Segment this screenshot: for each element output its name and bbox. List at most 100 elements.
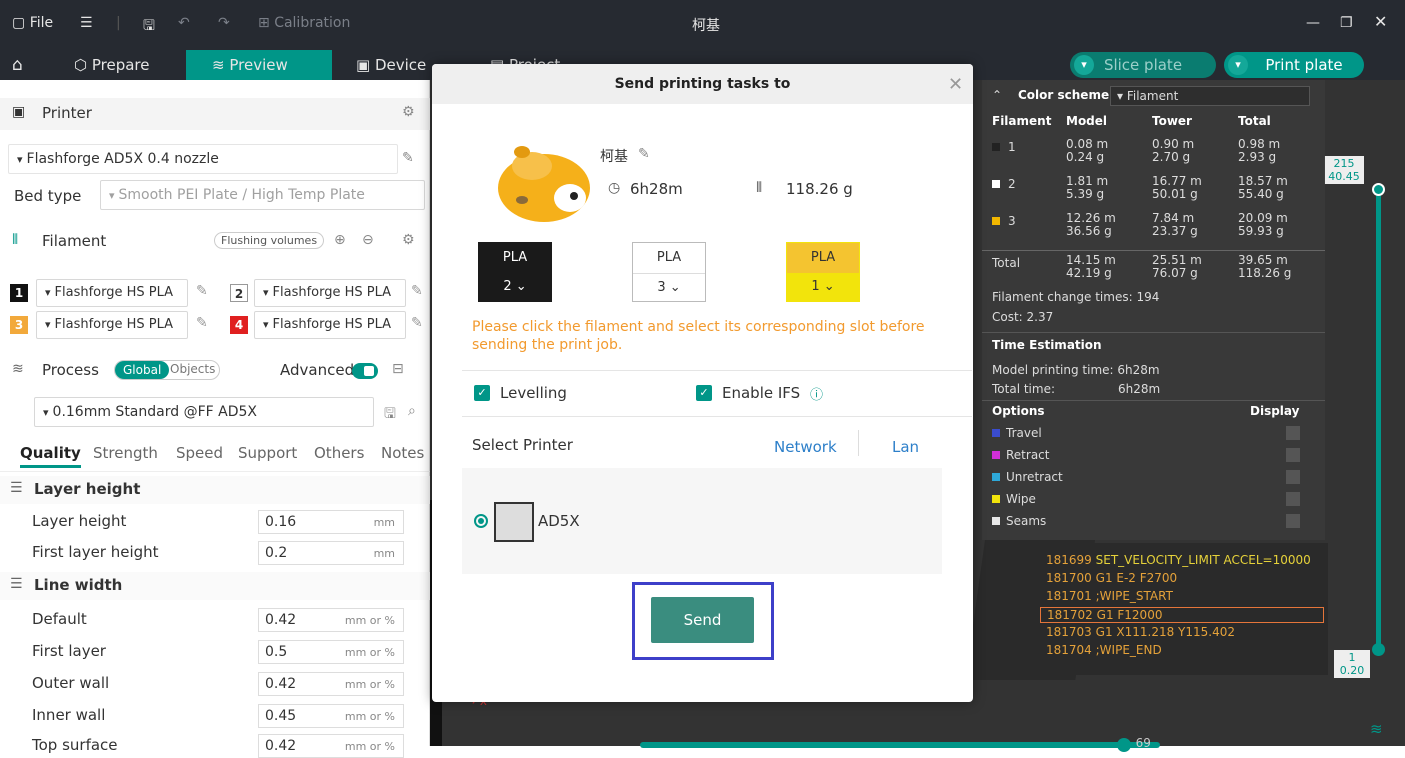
slot-number[interactable]: 2 ⌄: [479, 273, 551, 301]
vertical-slider-bottom-thumb[interactable]: [1372, 643, 1385, 656]
bed-type-label: Bed type: [14, 187, 82, 205]
total-total: 39.65 m 118.26 g: [1238, 253, 1292, 280]
horizontal-slider-track[interactable]: [640, 742, 1160, 748]
flushing-volumes-button[interactable]: Flushing volumes: [214, 232, 325, 249]
display-checkbox[interactable]: [1286, 448, 1300, 462]
color-scheme-select[interactable]: ▾ Filament: [1110, 86, 1310, 106]
tab-prepare[interactable]: ⬡ Prepare: [74, 50, 150, 80]
tab-strength[interactable]: Strength: [93, 444, 158, 462]
display-checkbox[interactable]: [1286, 514, 1300, 528]
total-cell: 0.98 m 2.93 g: [1238, 137, 1281, 164]
search-icon[interactable]: ⌕: [408, 403, 416, 419]
compare-icon[interactable]: ⊟: [392, 361, 404, 377]
option-item: Unretract: [992, 470, 1063, 484]
slot-number[interactable]: 1 ⌄: [787, 273, 859, 301]
bed-type-select[interactable]: ▾ Smooth PEI Plate / High Temp Plate: [100, 180, 425, 210]
menu-icon[interactable]: ☰: [80, 15, 93, 31]
close-icon[interactable]: ✕: [948, 74, 963, 95]
edit-icon[interactable]: ✎: [411, 315, 423, 331]
print-plate-button[interactable]: ▾ Print plate: [1224, 52, 1364, 78]
edit-icon[interactable]: ✎: [411, 283, 423, 299]
close-icon[interactable]: ✕: [1374, 12, 1387, 31]
collapse-icon[interactable]: ⌃: [992, 88, 1002, 102]
filament-select[interactable]: ▾ Flashforge HS PLA: [254, 311, 406, 339]
network-tab[interactable]: Network: [774, 438, 837, 456]
help-icon[interactable]: ⓘ: [810, 384, 823, 403]
redo-icon[interactable]: ↷: [218, 15, 230, 31]
filament-slot[interactable]: PLA 2 ⌄: [478, 242, 552, 302]
cube-icon: ⬡: [74, 56, 92, 74]
option-item: Wipe: [992, 492, 1036, 506]
global-toggle[interactable]: Global: [115, 361, 170, 379]
file-icon: ▢: [12, 15, 30, 31]
slice-plate-button[interactable]: ▾ Slice plate: [1070, 52, 1216, 78]
horizontal-slider-thumb[interactable]: [1116, 738, 1131, 752]
tab-others[interactable]: Others: [314, 444, 364, 462]
filament-slot[interactable]: PLA 3 ⌄: [632, 242, 706, 302]
vertical-slider-top-thumb[interactable]: [1372, 183, 1385, 196]
home-icon[interactable]: ⌂: [12, 50, 23, 80]
param-input[interactable]: 0.5 mm or %: [258, 640, 404, 664]
param-input[interactable]: 0.42 mm or %: [258, 734, 404, 758]
filament-row-label: 3: [992, 214, 1016, 228]
minimize-icon[interactable]: —: [1306, 15, 1320, 31]
settings-icon[interactable]: ⚙: [402, 104, 415, 120]
cost: Cost: 2.37: [992, 310, 1054, 324]
edit-icon[interactable]: ✎: [402, 150, 414, 166]
send-button[interactable]: Send: [651, 597, 754, 643]
edit-icon[interactable]: ✎: [196, 315, 208, 331]
edit-icon[interactable]: ✎: [196, 283, 208, 299]
display-checkbox[interactable]: [1286, 426, 1300, 440]
printer-radio[interactable]: [474, 514, 488, 528]
save-icon[interactable]: 🖫: [143, 15, 155, 39]
settings-icon[interactable]: ⚙: [402, 232, 415, 248]
tab-device[interactable]: ▣ Device: [356, 50, 426, 80]
filament-badge: 3: [10, 316, 28, 334]
ifs-checkbox[interactable]: ✓: [696, 385, 712, 401]
layers-icon[interactable]: ≋: [1370, 720, 1383, 738]
model-cell: 0.08 m 0.24 g: [1066, 137, 1109, 164]
printer-select[interactable]: ▾ Flashforge AD5X 0.4 nozzle: [8, 144, 398, 174]
line-width-group: ☰ Line width: [0, 572, 430, 600]
tab-quality[interactable]: Quality: [20, 444, 81, 468]
tab-speed[interactable]: Speed: [176, 444, 223, 462]
display-checkbox[interactable]: [1286, 470, 1300, 484]
param-input[interactable]: 0.42 mm or %: [258, 608, 404, 632]
color-swatch: [992, 143, 1000, 151]
color-swatch: [992, 473, 1000, 481]
slot-type: PLA: [479, 243, 551, 273]
undo-icon[interactable]: ↶: [178, 15, 190, 31]
add-filament-icon[interactable]: ⊕: [334, 232, 346, 248]
objects-toggle[interactable]: Objects: [170, 362, 215, 376]
param-input[interactable]: 0.42 mm or %: [258, 672, 404, 696]
tower-cell: 7.84 m 23.37 g: [1152, 211, 1198, 238]
param-input[interactable]: 0.2 mm: [258, 541, 404, 565]
filament-slot[interactable]: PLA 1 ⌄: [786, 242, 860, 302]
calibration-menu[interactable]: ⊞ Calibration: [258, 15, 350, 31]
gcode-line: 181701 ;WIPE_START: [1046, 589, 1173, 603]
param-input[interactable]: 0.16 mm: [258, 510, 404, 534]
maximize-icon[interactable]: ❐: [1340, 15, 1353, 31]
save-icon[interactable]: 🖫: [384, 403, 396, 427]
param-label: Layer height: [32, 512, 127, 530]
filament-spool-icon: ⦀: [756, 180, 763, 196]
advanced-switch[interactable]: [352, 363, 378, 379]
total-cell: 18.57 m 55.40 g: [1238, 174, 1288, 201]
printer-name[interactable]: AD5X: [538, 512, 580, 530]
param-input[interactable]: 0.45 mm or %: [258, 704, 404, 728]
edit-icon[interactable]: ✎: [638, 146, 650, 162]
filament-select[interactable]: ▾ Flashforge HS PLA: [36, 279, 188, 307]
process-profile-select[interactable]: ▾ 0.16mm Standard @FF AD5X: [34, 397, 374, 427]
filament-select[interactable]: ▾ Flashforge HS PLA: [36, 311, 188, 339]
remove-filament-icon[interactable]: ⊖: [362, 232, 374, 248]
filament-select[interactable]: ▾ Flashforge HS PLA: [254, 279, 406, 307]
tab-support[interactable]: Support: [238, 444, 297, 462]
levelling-checkbox[interactable]: ✓: [474, 385, 490, 401]
slot-number[interactable]: 3 ⌄: [633, 273, 705, 301]
lan-tab[interactable]: Lan: [892, 438, 919, 456]
vertical-slider-track[interactable]: [1376, 190, 1381, 650]
tab-preview[interactable]: ≋ Preview: [186, 50, 332, 80]
file-menu[interactable]: ▢ File: [12, 15, 53, 31]
tab-notes[interactable]: Notes: [381, 444, 424, 462]
display-checkbox[interactable]: [1286, 492, 1300, 506]
